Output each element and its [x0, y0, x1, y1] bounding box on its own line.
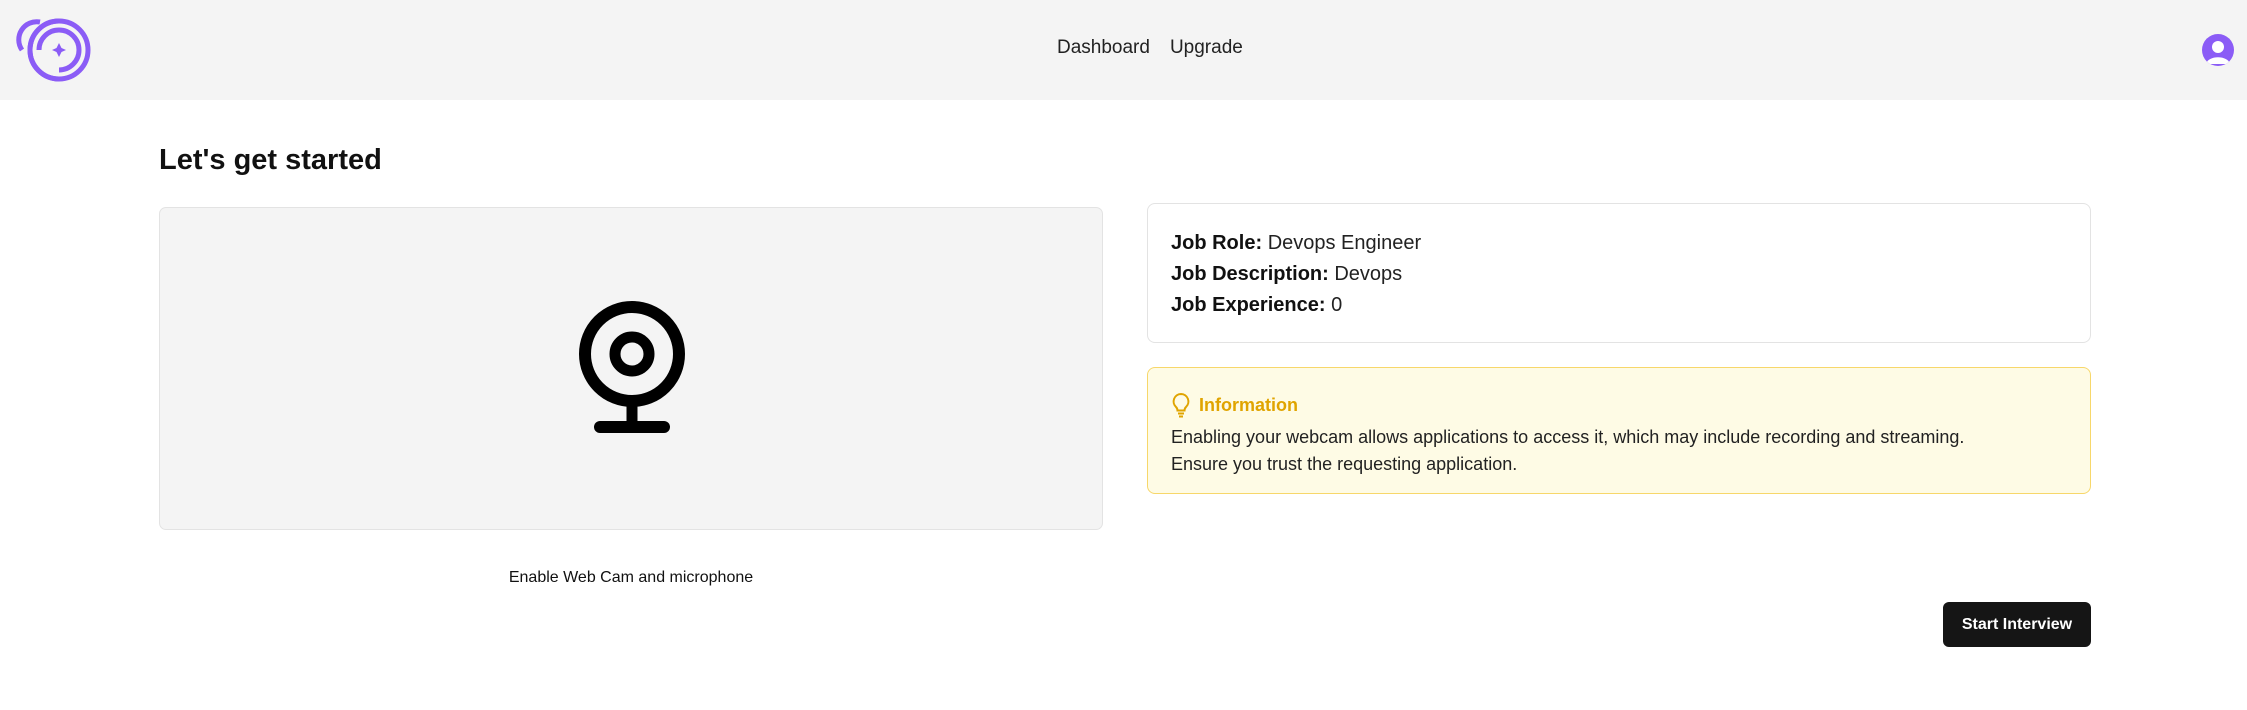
user-avatar-icon[interactable] [2202, 34, 2234, 66]
start-interview-button[interactable]: Start Interview [1943, 602, 2091, 647]
page-title: Let's get started [159, 144, 382, 176]
job-role-value: Devops Engineer [1267, 232, 1422, 254]
webcam-preview [159, 207, 1103, 530]
alert-header: Information [1171, 392, 2067, 418]
job-experience-value: 0 [1331, 294, 1343, 316]
job-description-value: Devops [1334, 263, 1403, 285]
nav-upgrade-link[interactable]: Upgrade [1170, 37, 1243, 59]
nav-dashboard-link[interactable]: Dashboard [1057, 37, 1150, 59]
webcam-icon [579, 301, 685, 433]
enable-webcam-button[interactable]: Enable Web Cam and microphone [159, 569, 1103, 587]
logo-icon[interactable] [12, 16, 106, 84]
information-alert: Information Enabling your webcam allows … [1147, 367, 2091, 494]
job-description-row: Job Description: Devops [1171, 259, 2067, 290]
alert-title: Information [1199, 394, 1298, 415]
job-experience-row: Job Experience: 0 [1171, 290, 2067, 321]
alert-body-line: Ensure you trust the requesting applicat… [1171, 454, 1518, 474]
job-role-row: Job Role: Devops Engineer [1171, 228, 2067, 259]
job-role-label: Job Role: [1171, 232, 1263, 254]
job-description-label: Job Description: [1171, 263, 1329, 285]
alert-body-line: Enabling your webcam allows applications… [1171, 427, 1965, 447]
alert-body: Enabling your webcam allows applications… [1171, 424, 2067, 478]
lightbulb-icon [1172, 392, 1190, 418]
job-info-card: Job Role: Devops Engineer Job Descriptio… [1147, 203, 2091, 343]
top-header: Dashboard Upgrade [0, 0, 2247, 100]
job-experience-label: Job Experience: [1171, 294, 1326, 316]
main-nav: Dashboard Upgrade [1057, 37, 1243, 59]
